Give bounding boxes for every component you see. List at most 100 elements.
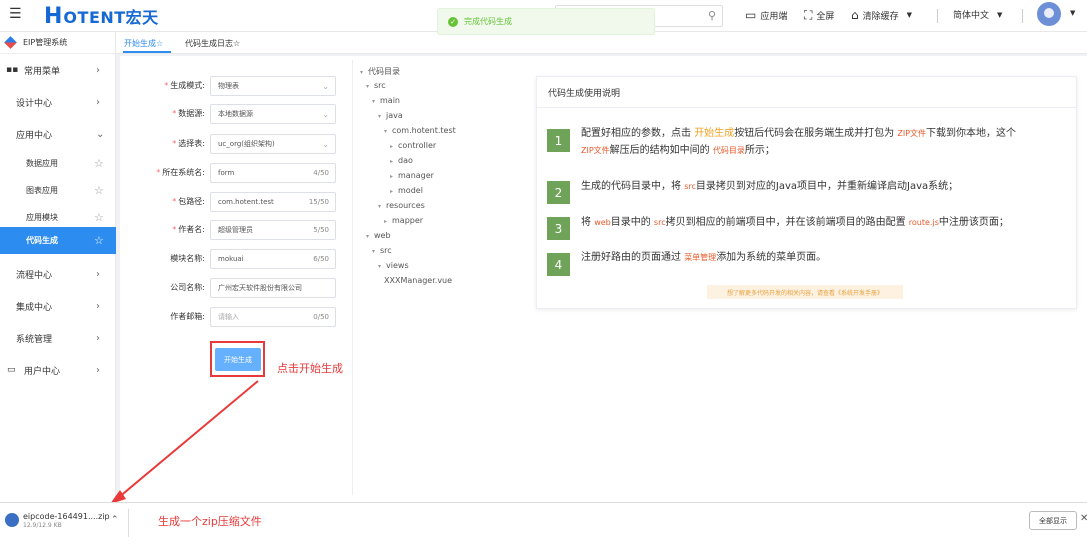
sidebar-subitem-data-app[interactable]: 数据应用 ☆ — [0, 150, 116, 177]
sidebar-subitem-label: 图表应用 — [26, 186, 58, 195]
sidebar-subitem-code-gen[interactable]: 代码生成 ☆ — [0, 227, 116, 254]
form-row: 模块名称: mokuai 6/50 — [120, 249, 336, 269]
grid-icon: ▪▪ — [6, 65, 19, 75]
chevron-up-icon[interactable]: ⌃ — [111, 515, 119, 525]
form-input[interactable]: form 4/50 — [210, 163, 336, 183]
caret-right-icon[interactable]: ▸ — [390, 188, 393, 195]
form-row: 公司名称: 广州宏天软件股份有限公司 — [120, 278, 336, 298]
tree-node[interactable]: ▾ views — [378, 261, 409, 270]
caret-down-icon[interactable]: ▾ — [378, 113, 381, 120]
tab-start-generate[interactable]: 开始生成☆ — [124, 38, 163, 49]
tree-node[interactable]: ▾ src — [372, 246, 392, 255]
form-input[interactable]: mokuai 6/50 — [210, 249, 336, 269]
menu-toggle-icon[interactable]: ☰ — [9, 6, 22, 22]
sidebar-item-user-center[interactable]: ▭ 用户中心 › — [0, 354, 116, 386]
search-icon[interactable]: ⚲ — [708, 9, 716, 22]
sidebar-item-app-center[interactable]: 应用中心 ⌄ — [0, 118, 116, 150]
form-input[interactable]: 请输入 0/50 — [210, 307, 336, 327]
show-all-button[interactable]: 全部显示 — [1029, 511, 1077, 530]
form-input[interactable]: 超级管理员 5/50 — [210, 220, 336, 240]
avatar[interactable] — [1037, 2, 1061, 26]
tree-node[interactable]: ▸ dao — [390, 156, 413, 165]
caret-down-icon[interactable]: ▾ — [372, 98, 375, 105]
start-generate-button[interactable]: 开始生成 — [215, 348, 261, 371]
tree-node[interactable]: ▾ main — [372, 96, 400, 105]
input-value: 超级管理员 — [218, 226, 253, 234]
system-title-label: EIP管理系统 — [23, 38, 68, 47]
input-value: 物理表 — [218, 82, 239, 90]
sidebar-subitem-label: 数据应用 — [26, 159, 58, 168]
success-toast: ✓ 完成代码生成 — [437, 8, 655, 35]
required-marker: * — [164, 81, 169, 90]
dev-manual-link[interactable]: 想了解更多代码开发的相关内容，请查看《系统开发手册》 — [707, 285, 903, 299]
form-input[interactable]: com.hotent.test 15/50 — [210, 192, 336, 212]
clear-cache-button[interactable]: ⌂ 清除缓存 ▼ — [851, 8, 912, 22]
form-select[interactable]: 物理表 ⌄ — [210, 76, 336, 96]
tree-node-label: controller — [398, 141, 437, 150]
tab-generate-log[interactable]: 代码生成日志☆ — [185, 38, 240, 49]
form-label-text: 模块名称: — [170, 254, 205, 263]
form-row: * 所在系统名: form 4/50 — [120, 163, 336, 183]
tree-node[interactable]: ▸ manager — [390, 171, 434, 180]
form-input[interactable]: 广州宏天软件股份有限公司 — [210, 278, 336, 298]
caret-down-icon[interactable]: ▾ — [378, 203, 381, 210]
fullscreen-button[interactable]: ⛶ 全屏 — [804, 8, 834, 23]
sidebar-item-integration-center[interactable]: 集成中心 › — [0, 290, 116, 322]
caret-down-icon[interactable]: ▾ — [372, 248, 375, 255]
tree-node-label: src — [374, 81, 386, 90]
star-icon[interactable]: ☆ — [94, 157, 104, 170]
form-label: * 选择表: — [115, 138, 205, 149]
code-highlight: web — [594, 218, 611, 227]
sidebar-item-common-menu[interactable]: ▪▪ 常用菜单 › — [0, 54, 116, 86]
caret-right-icon[interactable]: ▸ — [390, 173, 393, 180]
tree-node[interactable]: ▾ java — [378, 111, 403, 120]
sidebar-item-label: 常用菜单 — [24, 66, 61, 77]
step-3-text: 将 web目录中的 src拷贝到相应的前端项目中，并在该前端项目的路由配置 ro… — [581, 214, 1009, 231]
tree-node-label: src — [380, 246, 392, 255]
required-marker: * — [172, 109, 177, 118]
caret-down-icon[interactable]: ▾ — [378, 263, 381, 270]
form-select[interactable]: 本地数据源 ⌄ — [210, 104, 336, 124]
caret-right-icon[interactable]: ▸ — [390, 143, 393, 150]
char-counter: 5/50 — [313, 226, 329, 234]
caret-down-icon[interactable]: ▾ — [366, 233, 369, 240]
step-text-segment: 拷贝到相应的前端项目中，并在该前端项目的路由配置 — [665, 217, 909, 228]
click-generate-annotation: 点击开始生成 — [277, 362, 343, 375]
tree-node[interactable]: ▸ controller — [390, 141, 436, 150]
download-filename[interactable]: eipcode-164491....zip — [23, 512, 110, 521]
tree-node[interactable]: ▾ com.hotent.test — [384, 126, 456, 135]
tree-node[interactable]: ▾ src — [366, 81, 386, 90]
chevron-down-icon[interactable]: ▼ — [1070, 9, 1075, 17]
caret-right-icon[interactable]: ▸ — [390, 158, 393, 165]
tree-node[interactable]: XXXManager.vue — [384, 276, 452, 285]
language-select[interactable]: 简体中文 ▼ — [953, 8, 1002, 22]
step-number: 3 — [547, 217, 570, 240]
tree-node[interactable]: ▾ resources — [378, 201, 425, 210]
sidebar-item-label: 集成中心 — [16, 302, 53, 313]
close-icon[interactable]: ✕ — [1080, 513, 1087, 524]
download-file-icon[interactable] — [5, 513, 19, 527]
sidebar-item-flow-center[interactable]: 流程中心 › — [0, 258, 116, 290]
zip-file-highlight: ZIP文件 — [897, 129, 927, 138]
caret-right-icon[interactable]: ▸ — [384, 218, 387, 225]
step-4-text: 注册好路由的页面通过 菜单管理添加为系统的菜单页面。 — [581, 249, 826, 266]
star-icon[interactable]: ☆ — [94, 211, 104, 224]
form-select[interactable]: uc_org(组织架构) ⌄ — [210, 134, 336, 154]
sidebar-item-design-center[interactable]: 设计中心 › — [0, 86, 116, 118]
tree-node[interactable]: ▸ model — [390, 186, 423, 195]
caret-down-icon[interactable]: ▾ — [366, 83, 369, 90]
tree-node[interactable]: ▸ mapper — [384, 216, 423, 225]
tree-node[interactable]: ▾ 代码目录 — [360, 66, 400, 77]
sidebar-item-system-admin[interactable]: 系统管理 › — [0, 322, 116, 354]
star-icon[interactable]: ☆ — [94, 184, 104, 197]
star-icon[interactable]: ☆ — [94, 234, 104, 247]
char-counter: 0/50 — [313, 313, 329, 321]
caret-down-icon[interactable]: ▾ — [360, 69, 363, 76]
tree-node-label: com.hotent.test — [392, 126, 456, 135]
sidebar-subitem-chart-app[interactable]: 图表应用 ☆ — [0, 177, 116, 204]
caret-down-icon[interactable]: ▾ — [384, 128, 387, 135]
sidebar-item-label: 应用中心 — [16, 130, 53, 141]
chevron-right-icon: › — [96, 332, 100, 344]
app-end-button[interactable]: ▭ 应用端 — [745, 8, 787, 22]
tree-node[interactable]: ▾ web — [366, 231, 391, 240]
